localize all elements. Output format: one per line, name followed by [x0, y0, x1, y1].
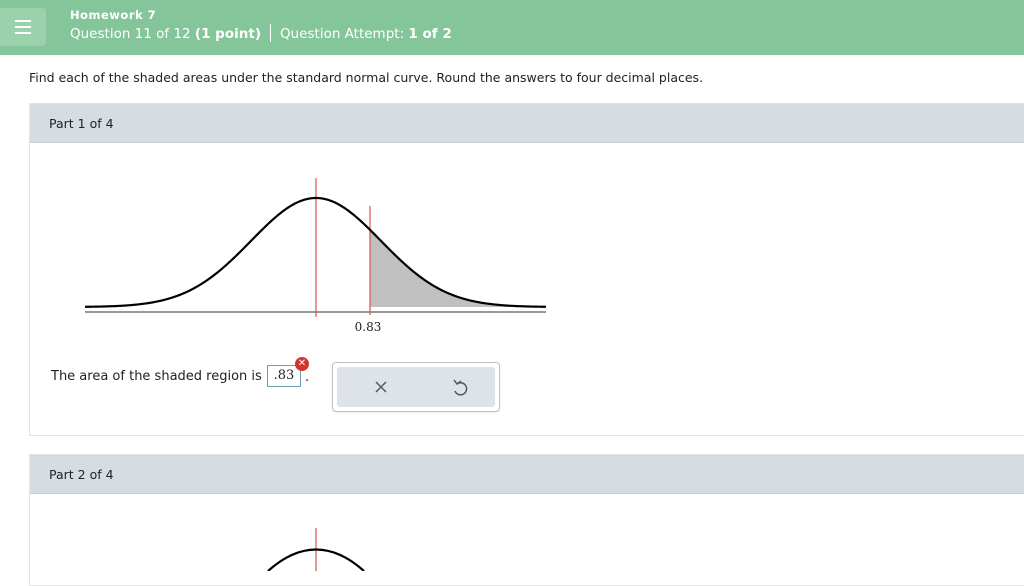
- question-points: (1 point): [194, 26, 261, 42]
- part-2-card: Part 2 of 4: [29, 454, 1024, 586]
- question-info: Question 11 of 12 (1 point) Question Atte…: [70, 24, 452, 43]
- part-2-header: Part 2 of 4: [30, 455, 1024, 494]
- part-2-label: Part 2 of 4: [49, 467, 114, 482]
- question-instructions: Find each of the shaded areas under the …: [29, 70, 704, 85]
- attempt-value: 1 of 2: [408, 26, 452, 42]
- hamburger-icon-line: [15, 26, 31, 28]
- part-1-header: Part 1 of 4: [30, 104, 1024, 143]
- header-divider: [270, 24, 271, 42]
- answer-tool-panel: [332, 362, 500, 412]
- top-bar: Homework 7 Question 11 of 12 (1 point) Qu…: [0, 0, 1024, 55]
- homework-title: Homework 7: [70, 8, 157, 22]
- undo-icon: [453, 379, 468, 396]
- clear-button[interactable]: [356, 367, 406, 407]
- part-1-card: Part 1 of 4: [29, 103, 1024, 436]
- tool-panel-inner: [337, 367, 495, 407]
- hamburger-icon: [15, 20, 31, 22]
- part-1-label: Part 1 of 4: [49, 116, 114, 131]
- answer-prompt: The area of the shaded region is: [51, 369, 262, 384]
- attempt-label: Question Attempt:: [280, 26, 405, 42]
- hamburger-icon-line: [15, 32, 31, 34]
- question-number: Question 11 of 12: [70, 26, 191, 42]
- close-x-icon: [375, 381, 387, 393]
- undo-button[interactable]: [435, 367, 485, 407]
- incorrect-icon: ✕: [295, 357, 309, 371]
- menu-button[interactable]: [0, 8, 46, 46]
- answer-suffix: .: [305, 370, 310, 385]
